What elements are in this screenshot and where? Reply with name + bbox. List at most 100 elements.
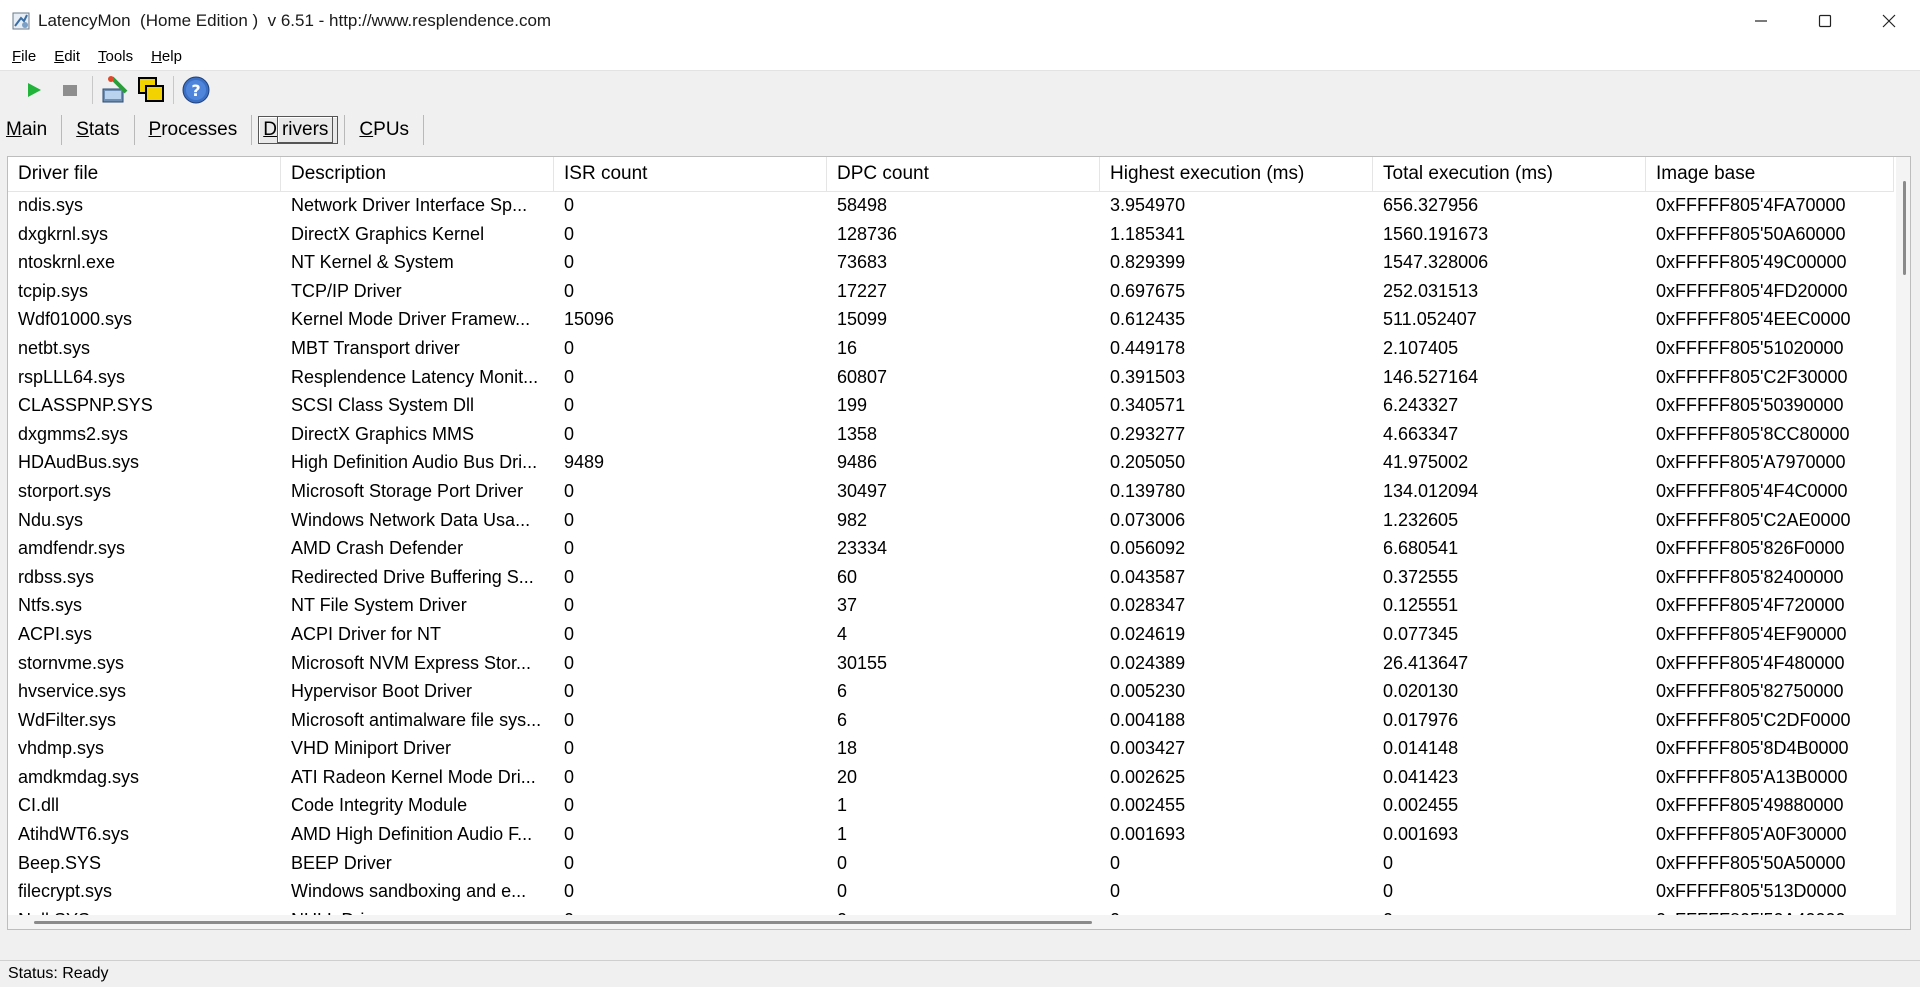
cell-dpc-count: 23334 [837,538,888,559]
cell-highest-execution: 0.449178 [1110,337,1186,358]
vertical-scroll-thumb[interactable] [1903,181,1906,275]
maximize-button[interactable] [1792,0,1858,42]
cell-highest-execution: 0.003427 [1110,738,1186,759]
column-header-isr-count[interactable]: ISR count [554,157,827,191]
column-header-total-execution[interactable]: Total execution (ms) [1373,157,1646,191]
table-row[interactable]: ACPI.sys ACPI Driver for NT 0 4 0.024619 0.07… [8,620,1894,649]
cell-driver-file: netbt.sys [18,337,91,358]
cell-description: NT Kernel & System [291,252,454,273]
table-row[interactable]: rspLLL64.sys Resplendence Latency Monit..… [8,363,1894,392]
cell-isr-count: 0 [564,195,575,215]
table-row[interactable]: storport.sys Microsoft Storage Port Drive… [8,477,1894,506]
tab-cpus[interactable]: CPUs [345,114,423,146]
cell-description: Windows sandboxing and e... [291,881,527,902]
horizontal-scrollbar[interactable] [8,915,1910,929]
table-row[interactable]: tcpip.sys TCP/IP Driver 0 17227 0.697675 252.… [8,277,1894,306]
cell-total-execution: 656.327956 [1383,195,1479,215]
cell-total-execution: 2.107405 [1383,337,1459,358]
tab-main[interactable]: Main [0,114,61,146]
cell-highest-execution: 0.024389 [1110,652,1186,673]
table-row[interactable]: CLASSPNP.SYS SCSI Class System Dll 0 199 0.3… [8,391,1894,420]
cell-highest-execution: 0.340571 [1110,395,1186,416]
column-header-image-base[interactable]: Image base [1646,157,1894,191]
cell-highest-execution: 0.056092 [1110,538,1186,559]
menu-edit[interactable]: Edit [48,48,86,65]
minimize-button[interactable] [1728,0,1794,42]
play-icon [28,83,41,97]
close-button[interactable] [1856,0,1920,42]
menu-help[interactable]: Help [145,48,188,65]
table-row[interactable]: Ntfs.sys NT File System Driver 0 37 0.028347… [8,591,1894,620]
tab-stats[interactable]: Stats [62,114,133,146]
cell-highest-execution: 0.024619 [1110,623,1186,644]
cell-total-execution: 0.001693 [1383,824,1459,845]
table-row[interactable]: amdkmdag.sys ATI Radeon Kernel Mode Dri..… [8,763,1894,792]
menu-file[interactable]: File [6,48,42,65]
table-row[interactable]: stornvme.sys Microsoft NVM Express Stor..… [8,649,1894,678]
cell-total-execution: 0.125551 [1383,595,1459,616]
column-header-highest-execution[interactable]: Highest execution (ms) [1100,157,1373,191]
cell-highest-execution: 1.185341 [1110,223,1186,244]
cell-description: Microsoft NVM Express Stor... [291,652,532,673]
cell-total-execution: 252.031513 [1383,280,1479,301]
cell-total-execution: 26.413647 [1383,652,1469,673]
cell-description: High Definition Audio Bus Dri... [291,452,538,473]
column-header-dpc-count[interactable]: DPC count [827,157,1100,191]
cell-description: SCSI Class System Dll [291,395,475,416]
cell-image-base: 0xFFFFF805'4EF90000 [1656,623,1847,644]
tab-drivers[interactable]: Drivers [252,114,344,146]
cell-driver-file: Ntfs.sys [18,595,83,616]
cell-highest-execution: 0 [1110,852,1121,873]
menu-tools[interactable]: Tools [92,48,139,65]
cell-dpc-count: 6 [837,681,848,702]
wizard-button[interactable] [97,73,133,107]
table-row[interactable]: AtihdWT6.sys AMD High Definition Audio F.… [8,820,1894,849]
cell-driver-file: tcpip.sys [18,280,89,301]
cell-isr-count: 0 [564,538,575,559]
table-row[interactable]: ndis.sys Network Driver Interface Sp... 0 5… [8,191,1894,220]
app-window: LatencyMon (Home Edition ) v 6.51 - http… [0,0,1920,987]
cell-total-execution: 0.041423 [1383,766,1459,787]
column-header-description[interactable]: Description [281,157,554,191]
horizontal-scroll-thumb[interactable] [34,921,1092,924]
table-row[interactable]: hvservice.sys Hypervisor Boot Driver 0 6 0.0… [8,677,1894,706]
cell-description: TCP/IP Driver [291,280,402,301]
cell-dpc-count: 6 [837,709,848,730]
cell-dpc-count: 9486 [837,452,878,473]
table-row[interactable]: netbt.sys MBT Transport driver 0 16 0.449178… [8,334,1894,363]
cell-driver-file: WdFilter.sys [18,709,117,730]
toolbar: ? [0,71,1920,109]
start-button[interactable] [16,73,52,107]
cell-dpc-count: 58498 [837,195,888,215]
cell-driver-file: CLASSPNP.SYS [18,395,153,416]
table-row[interactable]: rdbss.sys Redirected Drive Buffering S...… [8,563,1894,592]
column-header-driver-file[interactable]: Driver file [8,157,281,191]
cell-isr-count: 0 [564,566,575,587]
table-row[interactable]: dxgkrnl.sys DirectX Graphics Kernel 0 12873… [8,220,1894,249]
table-row[interactable]: ntoskrnl.exe NT Kernel & System 0 73683 0.82… [8,248,1894,277]
cell-total-execution: 4.663347 [1383,423,1459,444]
tab-processes[interactable]: Processes [135,114,252,146]
table-row[interactable]: Wdf01000.sys Kernel Mode Driver Framew...… [8,305,1894,334]
cell-total-execution: 0.014148 [1383,738,1459,759]
cell-description: Network Driver Interface Sp... [291,195,528,215]
cell-image-base: 0xFFFFF805'A0F30000 [1656,824,1847,845]
cell-image-base: 0xFFFFF805'4EEC0000 [1656,309,1851,330]
cell-image-base: 0xFFFFF805'4F720000 [1656,595,1845,616]
table-row[interactable]: WdFilter.sys Microsoft antimalware file s… [8,706,1894,735]
help-button[interactable]: ? [178,73,214,107]
table-row[interactable]: Ndu.sys Windows Network Data Usa... 0 982 0.… [8,506,1894,535]
table-row[interactable]: HDAudBus.sys High Definition Audio Bus Dr… [8,448,1894,477]
vertical-scrollbar[interactable] [1896,157,1910,915]
table-row[interactable]: amdfendr.sys AMD Crash Defender 0 23334 0.05… [8,534,1894,563]
table-row[interactable]: CI.dll Code Integrity Module 0 1 0.002455 0.0… [8,791,1894,820]
table-row[interactable]: dxgmms2.sys DirectX Graphics MMS 0 1358 0.29… [8,420,1894,449]
table-row[interactable]: Beep.SYS BEEP Driver 0 0 0 0 0xFFFFF805'50A500… [8,849,1894,878]
table-row[interactable]: vhdmp.sys VHD Miniport Driver 0 18 0.003427 0… [8,734,1894,763]
cell-image-base: 0xFFFFF805'8D4B0000 [1656,738,1849,759]
cell-isr-count: 0 [564,480,575,501]
drivers-list-view[interactable]: Driver file Description ISR count DPC co… [7,156,1911,930]
windows-button[interactable] [133,73,169,107]
table-row[interactable]: filecrypt.sys Windows sandboxing and e...… [8,877,1894,906]
stop-button[interactable] [52,73,88,107]
